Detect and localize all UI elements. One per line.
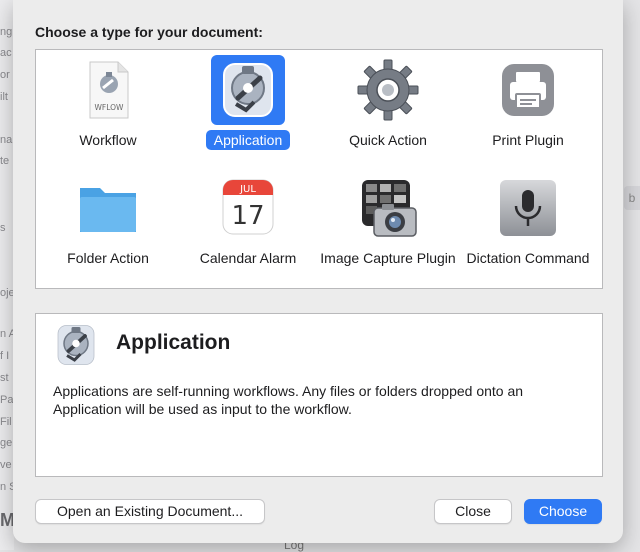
type-label: Print Plugin xyxy=(492,132,564,148)
background-text: or xyxy=(0,69,10,81)
printer-icon xyxy=(502,64,554,116)
document-type-sheet: Choose a type for your document: WFLOW W… xyxy=(13,0,623,543)
description-title: Application xyxy=(116,331,231,354)
folder-icon xyxy=(80,188,136,232)
background-text: Pa xyxy=(0,394,14,406)
automator-robot-icon xyxy=(223,63,273,117)
background-text: n A xyxy=(0,328,14,340)
type-tile-quick-action[interactable]: Quick Action xyxy=(318,56,458,174)
background-text: ac xyxy=(0,47,12,59)
type-tile-image-capture-plugin[interactable]: Image Capture Plugin xyxy=(318,174,458,292)
description-text: Applications are self-running workflows.… xyxy=(53,383,524,417)
selected-type-label: Application xyxy=(205,130,291,150)
type-tile-print-plugin[interactable]: Print Plugin xyxy=(458,56,598,174)
gear-icon xyxy=(357,59,419,121)
background-text: s xyxy=(0,222,6,234)
type-label: Calendar Alarm xyxy=(199,250,297,266)
type-tile-calendar-alarm[interactable]: JUL 17 Calendar Alarm xyxy=(178,174,318,292)
background-text: f I xyxy=(0,350,10,362)
type-tile-dictation-command[interactable]: Dictation Command xyxy=(458,174,598,292)
document-type-grid: WFLOW Workflow Application Quick Action … xyxy=(35,49,603,289)
automator-robot-icon xyxy=(57,325,95,365)
microphone-icon xyxy=(500,180,556,236)
type-tile-application[interactable]: Application xyxy=(178,55,318,174)
background-text: n S xyxy=(0,481,14,493)
type-label: Workflow xyxy=(79,132,137,148)
background-text: M xyxy=(0,510,14,530)
type-label: Dictation Command xyxy=(466,250,590,266)
sheet-heading: Choose a type for your document: xyxy=(35,24,263,40)
type-label: Application xyxy=(178,130,318,150)
workflow-doc-tag: WFLOW xyxy=(95,103,125,112)
calendar-icon: JUL 17 xyxy=(222,179,274,235)
type-tile-workflow[interactable]: WFLOW Workflow xyxy=(38,56,178,174)
type-tile-folder-action[interactable]: Folder Action xyxy=(38,174,178,292)
type-label: Image Capture Plugin xyxy=(320,250,456,266)
choose-button[interactable]: Choose xyxy=(524,499,602,524)
open-existing-document-button[interactable]: Open an Existing Document... xyxy=(35,499,265,524)
calendar-month: JUL xyxy=(239,184,256,195)
background-text: na xyxy=(0,134,13,146)
close-button[interactable]: Close xyxy=(434,499,512,524)
workflow-document-icon: WFLOW xyxy=(89,61,129,119)
background-text: ve xyxy=(0,459,12,471)
type-label: Quick Action xyxy=(349,132,427,148)
description-panel: Application Applications are self-runnin… xyxy=(35,313,603,477)
background-text: ge xyxy=(0,437,13,449)
background-text: st xyxy=(0,372,9,384)
calendar-day: 17 xyxy=(231,201,264,231)
background-chip: b xyxy=(624,186,640,210)
type-label: Folder Action xyxy=(67,250,149,266)
background-text: Fil xyxy=(0,416,12,428)
background-text: te xyxy=(0,155,10,167)
camera-icon xyxy=(362,180,417,237)
background-text: ng xyxy=(0,26,13,38)
background-text: oje xyxy=(0,287,14,299)
background-text: ilt xyxy=(0,91,8,103)
